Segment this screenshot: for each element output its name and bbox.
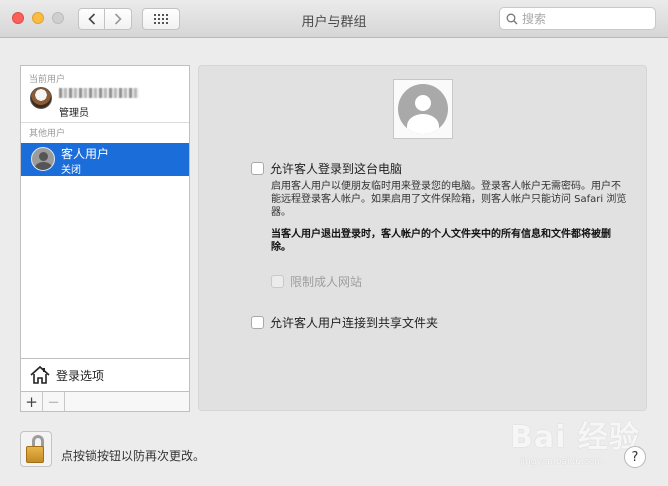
add-remove-bar: + − xyxy=(20,392,190,412)
guest-user-item[interactable]: 客人用户 关闭 xyxy=(21,143,189,176)
guest-settings-pane: 允许客人登录到这台电脑 启用客人用户以便朋友临时用来登录您的电脑。登录客人帐户无… xyxy=(198,65,647,411)
watermark-logo: Bai 经验 xyxy=(510,420,640,455)
limit-adult-sites-checkbox[interactable] xyxy=(271,275,284,288)
help-button[interactable]: ? xyxy=(624,446,646,468)
lock-button[interactable] xyxy=(20,431,52,467)
watermark-url: jingyan.baidu.com xyxy=(520,457,604,467)
title-bar: 用户与群组 xyxy=(0,0,668,38)
allow-shared-folders-row[interactable]: 允许客人用户连接到共享文件夹 xyxy=(251,314,438,331)
eagle-avatar-icon xyxy=(30,87,52,109)
padlock-icon xyxy=(26,446,44,463)
search-field[interactable] xyxy=(499,7,656,30)
user-silhouette-icon xyxy=(31,147,55,171)
guest-warning: 当客人用户退出登录时，客人帐户的个人文件夹中的所有信息和文件都将被删除。 xyxy=(271,229,611,253)
guest-picture-well[interactable] xyxy=(393,79,453,139)
house-icon xyxy=(30,365,50,384)
allow-guest-login-row[interactable]: 允许客人登录到这台电脑 xyxy=(251,160,402,177)
allow-shared-folders-checkbox[interactable] xyxy=(251,316,264,329)
current-users-header: 当前用户 xyxy=(29,75,66,85)
allow-guest-login-label: 允许客人登录到这台电脑 xyxy=(270,162,403,176)
login-options-item[interactable]: 登录选项 xyxy=(20,358,190,392)
other-users-header: 其他用户 xyxy=(29,129,66,139)
current-user-item[interactable]: 管理员 xyxy=(21,84,189,122)
allow-shared-folders-label: 允许客人用户连接到共享文件夹 xyxy=(270,316,439,330)
guest-user-name: 客人用户 xyxy=(61,147,110,161)
user-list: 当前用户 管理员 其他用户 客人用户 关闭 xyxy=(20,65,190,358)
limit-adult-sites-label: 限制成人网站 xyxy=(290,275,363,289)
lock-status-text: 点按锁按钮以防再次更改。 xyxy=(61,449,206,463)
search-icon xyxy=(506,13,518,24)
guest-description: 启用客人用户以便朋友临时用来登录您的电脑。登录客人帐户无需密码。用户不能远程登录… xyxy=(271,181,627,218)
add-user-button[interactable]: + xyxy=(21,392,43,411)
search-input[interactable] xyxy=(522,11,642,26)
current-user-role: 管理员 xyxy=(59,108,89,119)
guest-user-status: 关闭 xyxy=(61,165,81,176)
user-silhouette-icon xyxy=(398,84,448,134)
current-user-name-redacted xyxy=(59,88,139,98)
limit-adult-sites-row[interactable]: 限制成人网站 xyxy=(271,273,362,290)
login-options-label: 登录选项 xyxy=(56,368,105,383)
allow-guest-login-checkbox[interactable] xyxy=(251,162,264,175)
remove-user-button[interactable]: − xyxy=(43,392,65,411)
